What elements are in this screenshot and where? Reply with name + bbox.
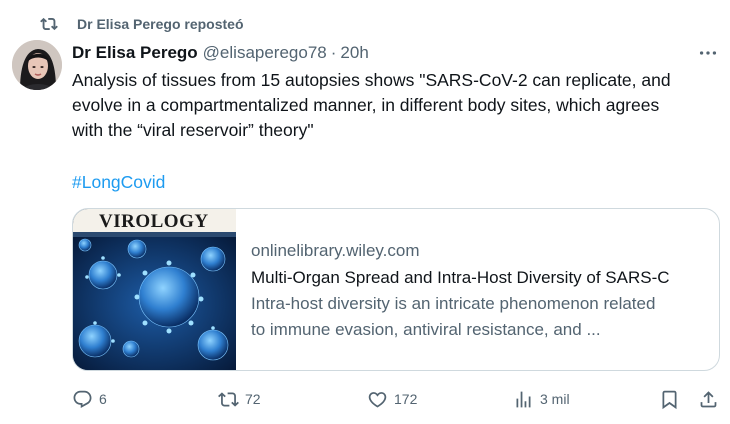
bookmark-button[interactable]	[659, 388, 680, 410]
views-button[interactable]: 3 mil	[513, 388, 570, 410]
more-options-button[interactable]	[696, 44, 720, 62]
repost-label: Dr Elisa Perego reposteó	[77, 16, 244, 32]
tweet-timestamp[interactable]: 20h	[340, 43, 368, 63]
card-title: Multi-Organ Spread and Intra-Host Divers…	[251, 268, 670, 287]
heart-icon	[368, 391, 387, 408]
tweet-text-line: evolve in a compartmentalized manner, in…	[72, 95, 660, 115]
virus-illustration	[73, 237, 236, 370]
like-button[interactable]: 172	[367, 388, 417, 410]
bar-chart-icon	[516, 391, 531, 407]
repost-button[interactable]: 72	[218, 388, 261, 410]
card-description-line: Intra-host diversity is an intricate phe…	[251, 294, 656, 313]
hashtag-link[interactable]: #LongCovid	[72, 170, 165, 195]
separator-dot: ·	[330, 43, 337, 62]
repost-icon	[218, 391, 239, 407]
card-domain: onlinelibrary.wiley.com	[251, 241, 420, 260]
avatar[interactable]	[12, 40, 62, 90]
repost-count: 72	[245, 391, 261, 407]
tweet-text-line: with the “viral reservoir” theory"	[72, 120, 314, 140]
tweet-text: Analysis of tissues from 15 autopsies sh…	[72, 68, 712, 143]
card-text: onlinelibrary.wiley.com Multi-Organ Spre…	[236, 209, 719, 370]
reply-count: 6	[99, 391, 107, 407]
share-icon	[700, 390, 717, 407]
author-name[interactable]: Dr Elisa Perego	[72, 43, 198, 63]
more-dots-icon	[699, 51, 717, 55]
author-handle[interactable]: @elisaperego78	[203, 43, 327, 63]
tweet-header: Dr Elisa Perego @elisaperego78 · 20h	[72, 42, 369, 64]
journal-title: VIROLOGY	[99, 211, 209, 232]
views-count: 3 mil	[540, 391, 570, 407]
bookmark-icon	[662, 390, 677, 409]
repost-icon	[40, 17, 58, 31]
repost-indicator[interactable]: Dr Elisa Perego reposteó	[40, 14, 244, 34]
card-description-line: to immune evasion, antiviral resistance,…	[251, 320, 601, 339]
reply-icon	[73, 390, 92, 408]
reply-button[interactable]: 6	[72, 388, 107, 410]
like-count: 172	[394, 391, 418, 407]
card-thumbnail: VIROLOGY	[73, 209, 236, 370]
share-button[interactable]	[698, 388, 719, 410]
action-bar: 6 72 172 3 mil	[72, 388, 722, 410]
tweet-text-line: Analysis of tissues from 15 autopsies sh…	[72, 70, 671, 90]
link-card[interactable]: VIROLOGY onlinelibrary.wiley.com Multi-O…	[72, 208, 720, 371]
